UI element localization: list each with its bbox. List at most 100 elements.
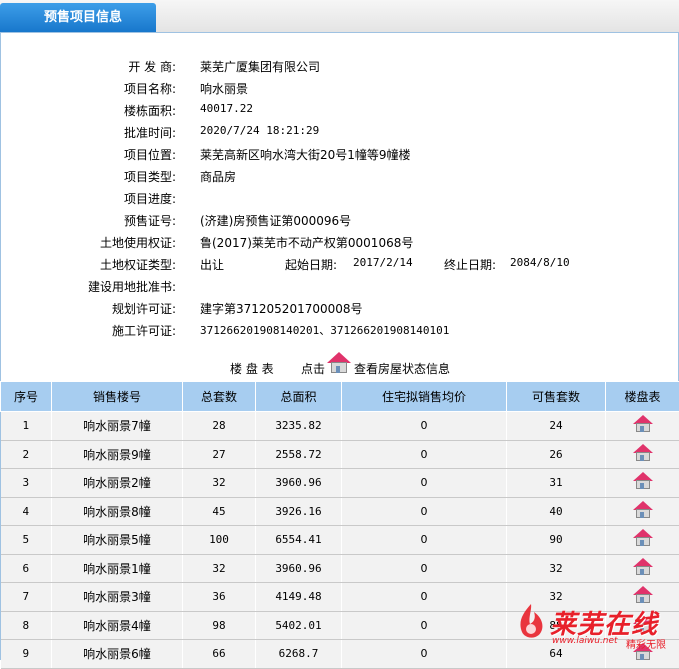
house-icon[interactable] — [632, 415, 654, 433]
total-units: 32 — [183, 554, 256, 583]
house-icon[interactable] — [632, 558, 654, 576]
info-row: 施工许可证: 371266201908140201、371266201908140… — [0, 322, 679, 342]
available-units: 32 — [507, 583, 606, 612]
house-icon[interactable] — [632, 586, 654, 604]
total-area: 6268.7 — [256, 640, 342, 669]
info-label: 预售证号: — [36, 212, 176, 229]
house-icon[interactable] — [632, 529, 654, 547]
available-units: 32 — [507, 554, 606, 583]
info-value: 40017.22 — [200, 102, 253, 115]
table-row: 6响水丽景1幢323960.96032 — [1, 554, 679, 583]
total-units: 100 — [183, 526, 256, 555]
info-label: 建设用地批准书: — [36, 278, 176, 295]
table-row: 1响水丽景7幢283235.82024 — [1, 412, 679, 441]
info-value: 2020/7/24 18:21:29 — [200, 124, 319, 137]
info-label: 土地使用权证: — [36, 234, 176, 251]
info-value: 莱芜广厦集团有限公司 — [200, 58, 320, 75]
info-row: 项目进度: — [0, 190, 679, 210]
house-icon[interactable] — [632, 444, 654, 462]
avg-price: 0 — [342, 611, 507, 640]
avg-price: 0 — [342, 526, 507, 555]
building-name: 响水丽景6幢 — [52, 640, 183, 669]
column-header: 销售楼号 — [52, 382, 183, 412]
building-table-link[interactable] — [606, 469, 679, 498]
total-area: 2558.72 — [256, 440, 342, 469]
avg-price: 0 — [342, 554, 507, 583]
total-area: 3926.16 — [256, 497, 342, 526]
column-header: 住宅拟销售均价 — [342, 382, 507, 412]
total-area: 3960.96 — [256, 554, 342, 583]
info-row: 项目位置: 莱芜高新区响水湾大街20号1幢等9幢楼 — [0, 146, 679, 166]
info-row: 预售证号:(济建)房预售证第000096号 — [0, 212, 679, 232]
info-label: 项目类型: — [36, 168, 176, 185]
table-row: 8响水丽景4幢985402.01088 — [1, 611, 679, 640]
info-value: 鲁(2017)莱芜市不动产权第0001068号 — [200, 234, 413, 251]
total-area: 6554.41 — [256, 526, 342, 555]
building-name: 响水丽景9幢 — [52, 440, 183, 469]
info-label: 项目进度: — [36, 190, 176, 207]
info-row: 土地权证类型:出让起始日期:2017/2/14终止日期:2084/8/10 — [0, 256, 679, 276]
total-units: 32 — [183, 469, 256, 498]
available-units: 90 — [507, 526, 606, 555]
building-table-link[interactable] — [606, 412, 679, 441]
tab-presale-project-info[interactable]: 预售项目信息 — [0, 3, 156, 32]
row-index: 1 — [1, 412, 52, 441]
info-label: 楼栋面积: — [36, 102, 176, 119]
row-index: 2 — [1, 440, 52, 469]
info-value: 商品房 — [200, 168, 236, 185]
house-icon[interactable] — [632, 643, 654, 661]
info-label: 项目名称: — [36, 80, 176, 97]
building-table-link[interactable] — [606, 583, 679, 612]
row-index: 8 — [1, 611, 52, 640]
building-table-link[interactable] — [606, 640, 679, 669]
row-index: 3 — [1, 469, 52, 498]
info-row: 项目类型: 商品房 — [0, 168, 679, 188]
building-name: 响水丽景7幢 — [52, 412, 183, 441]
building-table-caption: 楼 盘 表 点击 查看房屋状态信息 — [0, 358, 679, 380]
row-index: 9 — [1, 640, 52, 669]
column-header: 总套数 — [183, 382, 256, 412]
available-units: 24 — [507, 412, 606, 441]
table-row: 2响水丽景9幢272558.72026 — [1, 440, 679, 469]
land-end-value: 2084/8/10 — [510, 256, 570, 269]
available-units: 31 — [507, 469, 606, 498]
avg-price: 0 — [342, 469, 507, 498]
info-label: 批准时间: — [36, 124, 176, 141]
column-header: 可售套数 — [507, 382, 606, 412]
building-table-link[interactable] — [606, 554, 679, 583]
available-units: 26 — [507, 440, 606, 469]
land-end-label: 终止日期: — [444, 256, 496, 273]
house-icon[interactable] — [632, 472, 654, 490]
info-label: 项目位置: — [36, 146, 176, 163]
info-value: 响水丽景 — [200, 80, 248, 97]
info-value: 莱芜高新区响水湾大街20号1幢等9幢楼 — [200, 146, 411, 163]
house-icon[interactable] — [632, 615, 654, 633]
building-table-link[interactable] — [606, 440, 679, 469]
total-area: 3960.96 — [256, 469, 342, 498]
column-header: 楼盘表 — [606, 382, 679, 412]
info-label: 规划许可证: — [36, 300, 176, 317]
building-name: 响水丽景5幢 — [52, 526, 183, 555]
land-start-value: 2017/2/14 — [353, 256, 413, 269]
info-value: 出让 — [200, 256, 224, 273]
building-table-link[interactable] — [606, 497, 679, 526]
building-table-link[interactable] — [606, 611, 679, 640]
avg-price: 0 — [342, 583, 507, 612]
info-row: 建设用地批准书: — [0, 278, 679, 298]
table-row: 5响水丽景5幢1006554.41090 — [1, 526, 679, 555]
table-header-row: 序号销售楼号总套数总面积住宅拟销售均价可售套数楼盘表 — [1, 382, 679, 412]
info-label: 施工许可证: — [36, 322, 176, 339]
total-units: 66 — [183, 640, 256, 669]
info-row: 开 发 商:莱芜广厦集团有限公司 — [0, 58, 679, 78]
avg-price: 0 — [342, 640, 507, 669]
table-row: 9响水丽景6幢666268.7064 — [1, 640, 679, 669]
building-table-link[interactable] — [606, 526, 679, 555]
column-header: 总面积 — [256, 382, 342, 412]
caption-title: 楼 盘 表 — [230, 360, 274, 377]
row-index: 7 — [1, 583, 52, 612]
building-name: 响水丽景1幢 — [52, 554, 183, 583]
caption-click-text: 点击 — [301, 360, 325, 377]
info-value: 371266201908140201、371266201908140101 — [200, 322, 449, 338]
house-icon[interactable] — [632, 501, 654, 519]
building-name: 响水丽景3幢 — [52, 583, 183, 612]
